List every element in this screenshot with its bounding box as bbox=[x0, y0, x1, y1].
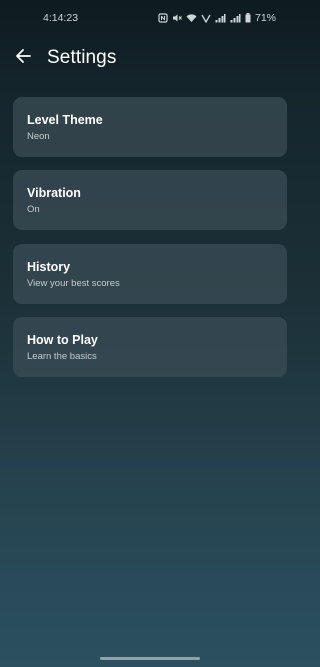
status-time: 4:14:23 bbox=[43, 12, 79, 24]
battery-icon bbox=[245, 13, 251, 23]
gesture-nav-handle[interactable] bbox=[100, 657, 200, 660]
setting-how-to-play[interactable]: How to Play Learn the basics bbox=[13, 317, 287, 377]
setting-description: Learn the basics bbox=[27, 351, 97, 362]
volte-icon bbox=[201, 13, 211, 23]
setting-value: Neon bbox=[27, 131, 50, 142]
status-bar: 4:14:23 71% bbox=[0, 0, 300, 36]
page-title: Settings bbox=[47, 47, 117, 68]
back-button[interactable] bbox=[1, 36, 45, 80]
signal-icon bbox=[215, 13, 226, 23]
status-icons: 71% bbox=[158, 12, 276, 24]
battery-percent: 71% bbox=[254, 12, 276, 24]
arrow-left-icon bbox=[15, 48, 31, 69]
setting-level-theme[interactable]: Level Theme Neon bbox=[13, 97, 287, 157]
signal-icon-2 bbox=[230, 13, 241, 23]
setting-value: On bbox=[27, 204, 40, 215]
setting-vibration[interactable]: Vibration On bbox=[13, 170, 287, 230]
setting-title: Vibration bbox=[27, 186, 81, 200]
setting-title: How to Play bbox=[27, 333, 98, 347]
mute-icon bbox=[172, 13, 182, 23]
wifi-icon bbox=[186, 13, 197, 23]
setting-description: View your best scores bbox=[27, 278, 120, 289]
setting-title: Level Theme bbox=[27, 113, 103, 127]
setting-history[interactable]: History View your best scores bbox=[13, 244, 287, 304]
app-bar: Settings bbox=[0, 36, 300, 80]
nfc-icon bbox=[158, 13, 168, 23]
setting-title: History bbox=[27, 260, 71, 274]
